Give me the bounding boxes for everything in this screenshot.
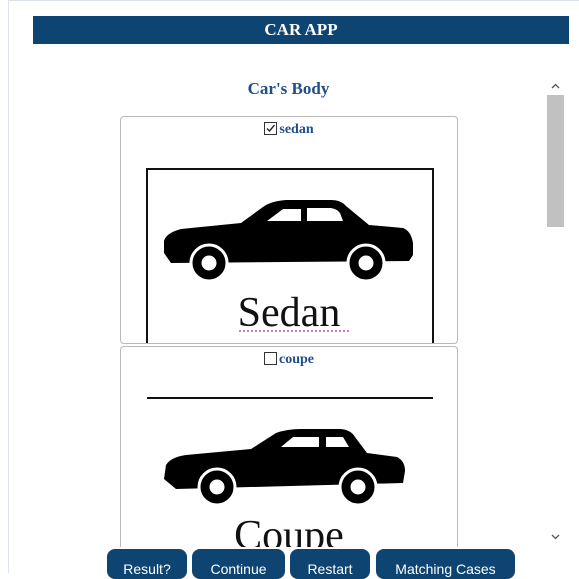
section-title: Car's Body	[247, 79, 330, 98]
scroll-down-button[interactable]	[547, 528, 564, 545]
frame-top-border	[8, 0, 579, 1]
scrollbar-thumb[interactable]	[547, 95, 564, 227]
coupe-car-icon	[164, 429, 405, 507]
coupe-image-caption: Coupe	[234, 513, 344, 547]
scrollbar[interactable]	[547, 77, 564, 545]
frame-left-border	[8, 0, 9, 573]
continue-button[interactable]: Continue	[192, 549, 285, 579]
sedan-image-caption: Sedan	[237, 290, 341, 336]
option-card-sedan[interactable]: sedan Sedan	[120, 116, 458, 344]
app-header: CAR APP	[33, 16, 569, 44]
app-title: CAR APP	[264, 20, 338, 39]
chevron-up-icon	[551, 83, 560, 89]
option-card-coupe[interactable]: coupe Coupe	[120, 346, 458, 547]
chevron-down-icon	[551, 534, 560, 540]
result-button[interactable]: Result?	[107, 549, 187, 579]
matching-cases-button[interactable]: Matching Cases	[376, 549, 515, 579]
scroll-up-button[interactable]	[547, 77, 564, 94]
restart-button[interactable]: Restart	[290, 549, 370, 579]
button-bar: Result? Continue Restart Matching Cases	[0, 549, 579, 579]
